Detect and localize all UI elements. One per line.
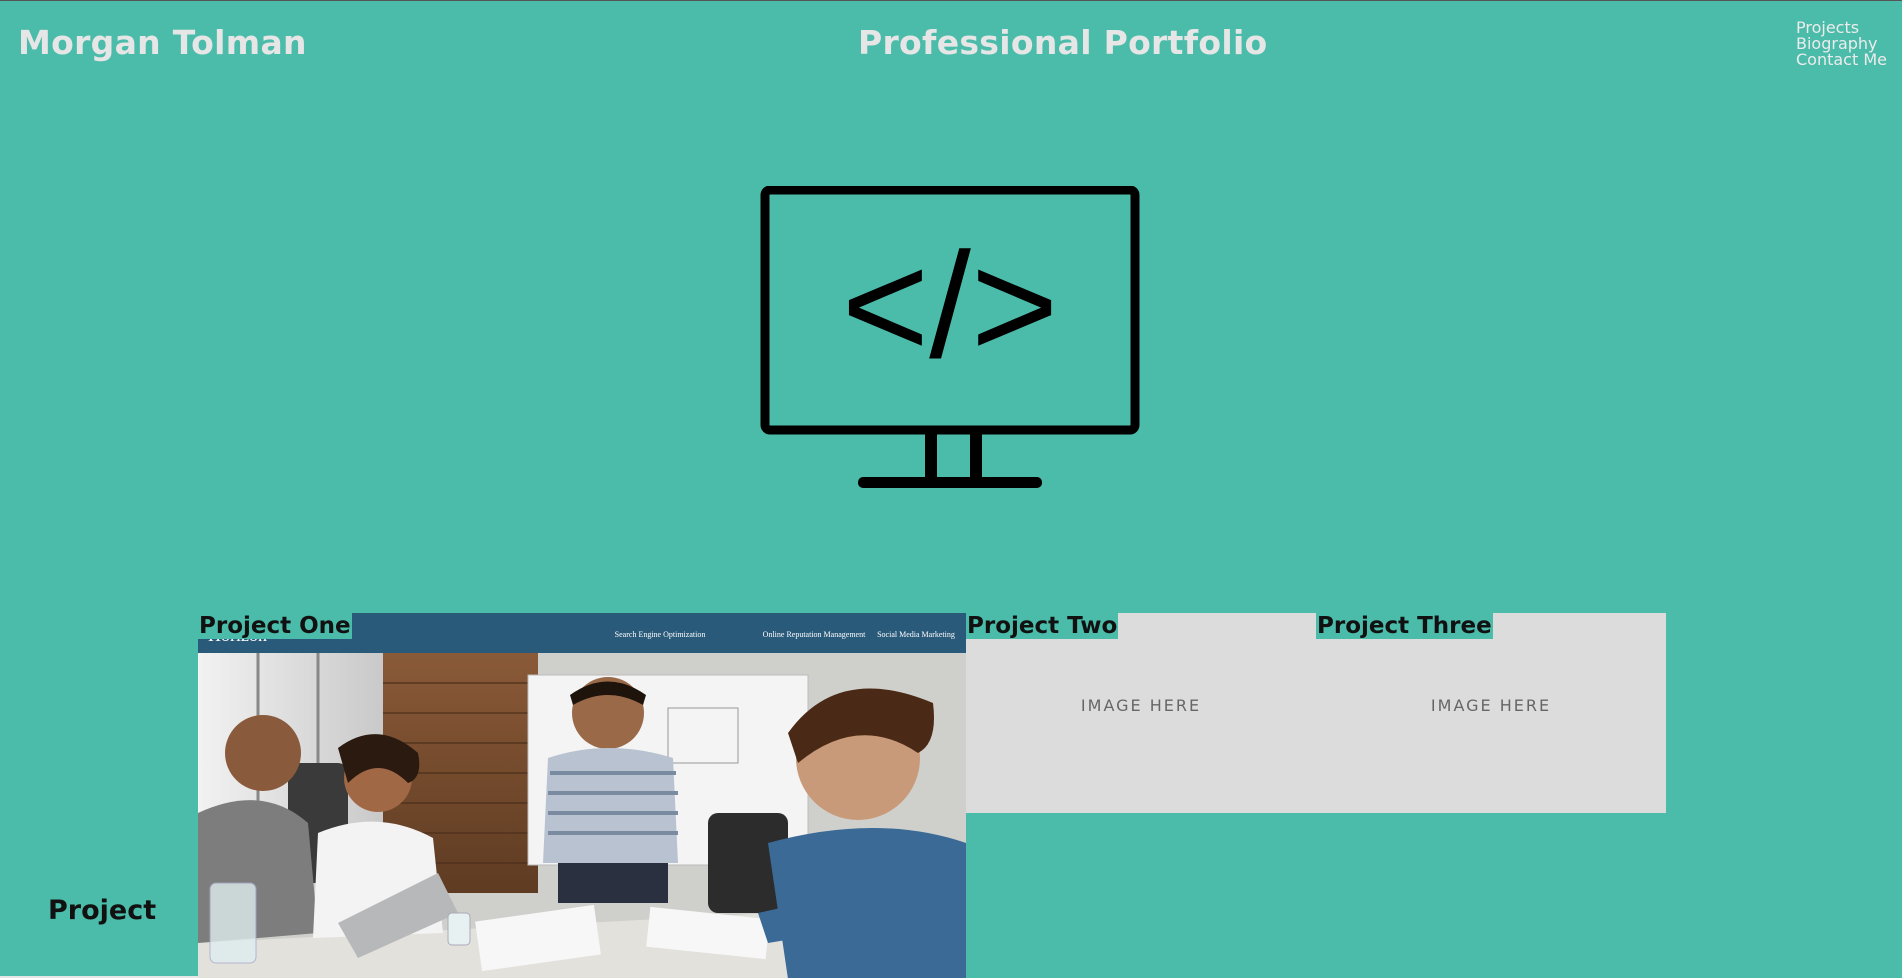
project-three-card[interactable]: Project Three IMAGE HERE [1316,613,1666,813]
code-glyph: </> [842,221,1059,389]
main-nav: Projects Biography Contact Me [1796,20,1887,68]
screenshot-nav-item: Search Engine Optimization [615,630,706,639]
image-placeholder: IMAGE HERE [1430,696,1552,715]
page-title: Professional Portfolio [858,23,1268,62]
project-two-title[interactable]: Project Two [966,613,1119,639]
project-two-card[interactable]: Project Two IMAGE HERE [966,613,1316,813]
nav-link-contact[interactable]: Contact Me [1796,52,1887,68]
screenshot-nav-item: Online Reputation Management [763,630,866,639]
project-one-screenshot: Horizon Search Engine Optimization Onlin… [198,613,966,978]
portfolio-page: Morgan Tolman Professional Portfolio Pro… [0,0,1902,978]
site-name[interactable]: Morgan Tolman [18,23,307,62]
project-heading: Project [48,895,157,926]
project-one-card[interactable]: Horizon Search Engine Optimization Onlin… [198,613,966,978]
image-placeholder: IMAGE HERE [1080,696,1202,715]
project-three-title[interactable]: Project Three [1316,613,1493,639]
screenshot-nav-item: Social Media Marketing [877,630,955,639]
project-one-title[interactable]: Project One [198,613,352,639]
code-monitor-icon: </> [760,186,1140,488]
